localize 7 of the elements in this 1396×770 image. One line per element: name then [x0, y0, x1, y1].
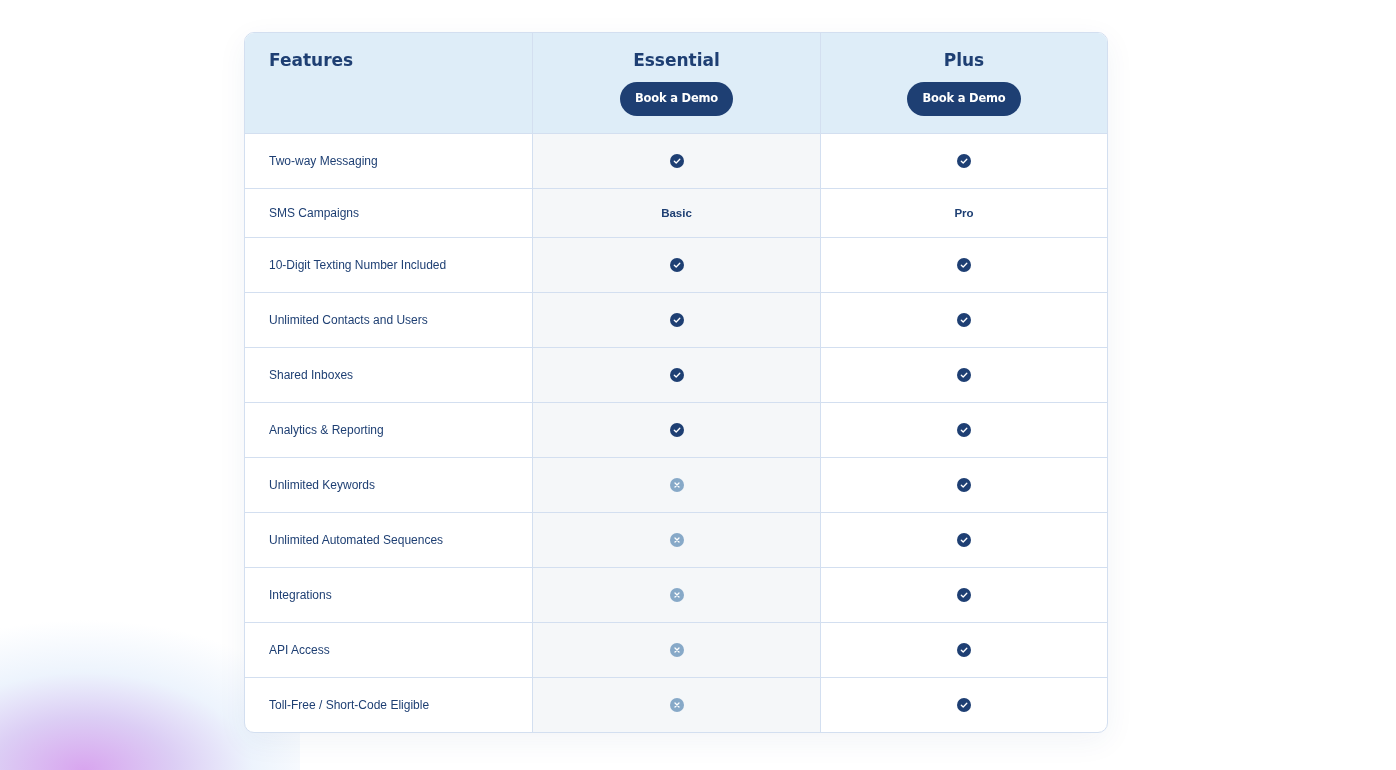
- plan-name: Essential: [633, 49, 720, 72]
- column-heading: Features: [269, 49, 354, 72]
- plan-value: Basic: [661, 206, 692, 221]
- book-demo-button[interactable]: Book a Demo: [620, 82, 733, 116]
- plan-name: Plus: [943, 49, 985, 72]
- plan-value: Pro: [954, 206, 974, 221]
- book-demo-button[interactable]: Book a Demo: [907, 82, 1021, 116]
